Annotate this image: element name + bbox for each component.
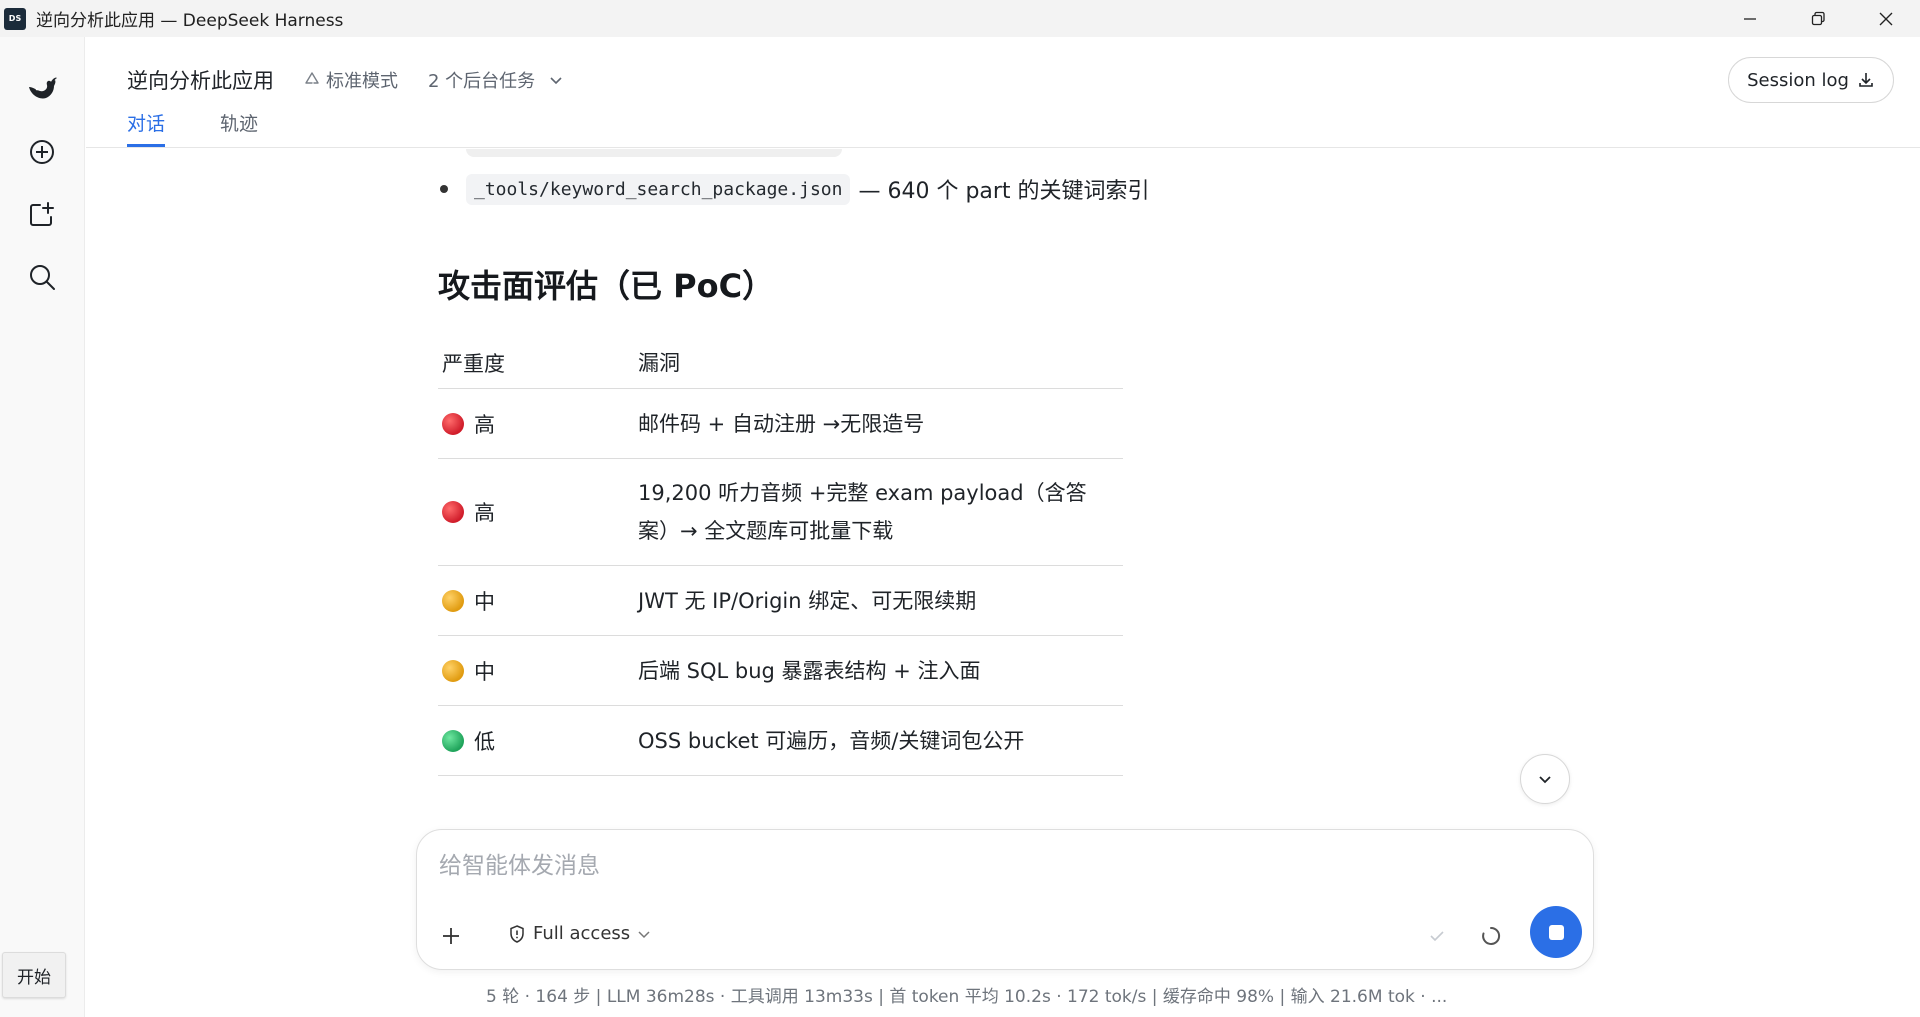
red-circle-icon	[442, 501, 464, 523]
chat-content: _tools/keyword_search_package.json — 640…	[0, 149, 1920, 809]
severity-label: 中	[474, 659, 495, 684]
header-severity: 严重度	[442, 351, 505, 376]
scroll-to-bottom-button[interactable]	[1520, 754, 1570, 804]
table-row: 中 JWT 无 IP/Origin 绑定、可无限续期	[438, 566, 1123, 636]
severity-label: 中	[474, 589, 495, 614]
chevron-down-icon	[638, 930, 650, 938]
severity-cell: 低	[438, 726, 638, 756]
tab-trace[interactable]: 轨迹	[220, 109, 258, 147]
mode-selector[interactable]: 标准模式	[302, 67, 398, 93]
header-vulnerability: 漏洞	[638, 350, 680, 375]
start-button[interactable]: 开始	[2, 952, 66, 998]
bullet-dot	[440, 185, 448, 193]
stop-icon	[1548, 924, 1564, 940]
window-title: 逆向分析此应用 — DeepSeek Harness	[36, 11, 344, 31]
close-icon	[1879, 12, 1893, 25]
table-header: 严重度 漏洞	[438, 337, 1123, 389]
chevron-down-icon	[550, 77, 562, 85]
vulnerability-cell: OSS bucket 可遍历，音频/关键词包公开	[638, 728, 1025, 753]
green-circle-icon	[442, 729, 464, 752]
section-heading: 攻击面评估（已 PoC）	[438, 267, 775, 305]
plus-icon	[443, 928, 459, 944]
yellow-circle-icon	[442, 589, 464, 612]
download-icon	[1859, 73, 1873, 87]
window-controls	[1716, 0, 1920, 37]
whale-icon	[29, 77, 57, 99]
table-row: 低 OSS bucket 可遍历，音频/关键词包公开	[438, 706, 1123, 776]
vulnerability-cell: 邮件码 + 自动注册 →无限造号	[638, 411, 925, 436]
header: 逆向分析此应用 标准模式 2 个后台任务 对话 轨迹 Session log	[86, 37, 1920, 148]
message-composer: Full access	[416, 829, 1594, 970]
inline-code: _tools/keyword_search_package.json	[466, 173, 851, 205]
restore-button[interactable]	[1784, 0, 1852, 37]
code-block-stub	[466, 149, 842, 157]
table-row: 高 邮件码 + 自动注册 →无限造号	[438, 389, 1123, 459]
restore-icon	[1811, 11, 1825, 25]
attach-button[interactable]	[430, 915, 472, 957]
session-log-label: Session log	[1747, 69, 1849, 91]
title-bar: DS 逆向分析此应用 — DeepSeek Harness	[0, 0, 1920, 37]
severity-cell: 中	[438, 586, 638, 616]
severity-label: 高	[474, 412, 495, 437]
session-log-button[interactable]: Session log	[1728, 57, 1894, 103]
severity-label: 高	[474, 501, 495, 525]
shield-icon	[510, 924, 524, 943]
tasks-label: 2 个后台任务	[428, 71, 536, 92]
vulnerability-cell: 19,200 听力音频 +完整 exam payload（含答案）→ 全文题库可…	[638, 481, 1087, 543]
close-button[interactable]	[1852, 0, 1920, 37]
recycle-icon	[305, 72, 319, 84]
vulnerability-table: 严重度 漏洞 高 邮件码 + 自动注册 →无限造号 高 19,200 听力音频 …	[438, 337, 1123, 776]
minimize-icon	[1744, 17, 1756, 20]
list-item: _tools/keyword_search_package.json — 640…	[440, 173, 1150, 205]
tab-chat[interactable]: 对话	[127, 109, 166, 147]
severity-label: 低	[474, 729, 495, 754]
minimize-button[interactable]	[1716, 0, 1784, 37]
status-bar: 5 轮 · 164 步 | LLM 36m28s · 工具调用 13m33s |…	[486, 987, 1448, 1007]
access-level-dropdown[interactable]: Full access	[507, 923, 652, 944]
severity-cell: 高	[438, 497, 638, 527]
vulnerability-cell: JWT 无 IP/Origin 绑定、可无限续期	[638, 588, 977, 613]
bullet-text: — 640 个 part 的关键词索引	[858, 179, 1150, 204]
table-row: 中 后端 SQL bug 暴露表结构 + 注入面	[438, 636, 1123, 706]
vulnerability-cell: 后端 SQL bug 暴露表结构 + 注入面	[638, 658, 981, 683]
mode-label: 标准模式	[326, 71, 398, 92]
yellow-circle-icon	[442, 659, 464, 682]
access-label: Full access	[533, 923, 631, 944]
background-tasks-dropdown[interactable]: 2 个后台任务	[428, 67, 565, 93]
app-logo-icon: DS	[4, 7, 26, 30]
severity-cell: 高	[438, 409, 638, 439]
page-title: 逆向分析此应用	[127, 69, 274, 93]
red-circle-icon	[442, 412, 464, 435]
whale-logo-icon[interactable]	[24, 71, 60, 107]
chevron-down-icon	[1539, 776, 1551, 784]
severity-cell: 中	[438, 656, 638, 686]
table-row: 高 19,200 听力音频 +完整 exam payload（含答案）→ 全文题…	[438, 459, 1123, 566]
check-icon	[1430, 931, 1444, 942]
spinner-icon	[1482, 926, 1501, 945]
message-input[interactable]	[439, 848, 1539, 884]
stop-button[interactable]	[1530, 906, 1582, 958]
